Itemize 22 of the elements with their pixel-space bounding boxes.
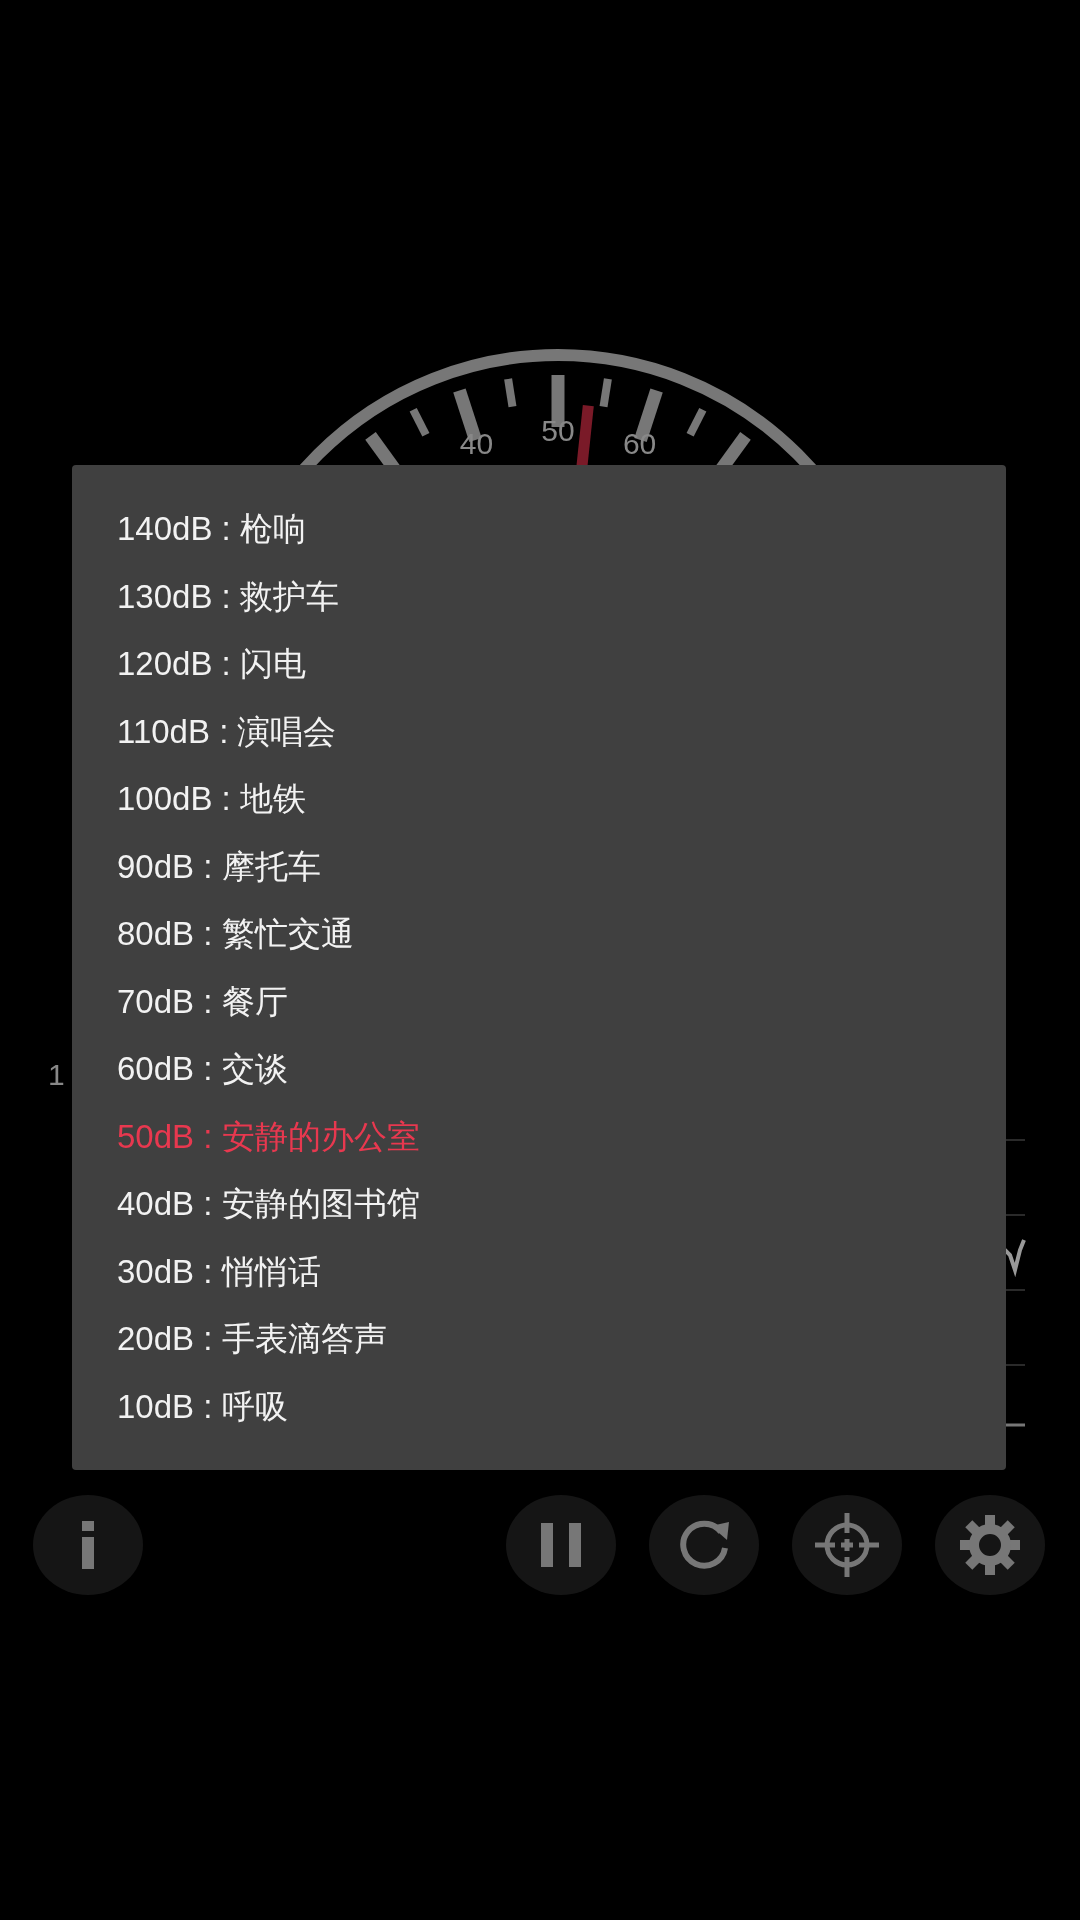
menu-item[interactable]: 30dB : 悄悄话	[72, 1237, 321, 1305]
settings-icon	[960, 1515, 1020, 1575]
menu-item[interactable]: 90dB : 摩托车	[72, 832, 321, 900]
menu-item[interactable]: 110dB : 演唱会	[72, 697, 337, 765]
menu-item[interactable]: 140dB : 枪响	[72, 495, 306, 563]
refresh-icon	[677, 1518, 731, 1572]
gauge-label: 60	[622, 426, 657, 460]
gauge-label: 50	[541, 414, 575, 447]
menu-item[interactable]: 100dB : 地铁	[72, 765, 306, 833]
pause-icon	[541, 1523, 581, 1567]
axis-label: 1	[48, 1058, 65, 1091]
menu-item[interactable]: 40dB : 安静的图书馆	[72, 1170, 420, 1238]
menu-item[interactable]: 20dB : 手表滴答声	[72, 1305, 387, 1373]
menu-item[interactable]: 10dB : 呼吸	[72, 1372, 288, 1440]
gauge-label: 40	[459, 426, 494, 460]
menu-item[interactable]: 130dB : 救护车	[72, 562, 339, 630]
menu-item[interactable]: 60dB : 交谈	[72, 1035, 288, 1103]
info-icon	[80, 1521, 96, 1569]
menu-item[interactable]: 80dB : 繁忙交通	[72, 900, 354, 968]
menu-item[interactable]: 120dB : 闪电	[72, 630, 306, 698]
crosshair-icon	[815, 1513, 879, 1577]
menu-item[interactable]: 70dB : 餐厅	[72, 967, 288, 1035]
